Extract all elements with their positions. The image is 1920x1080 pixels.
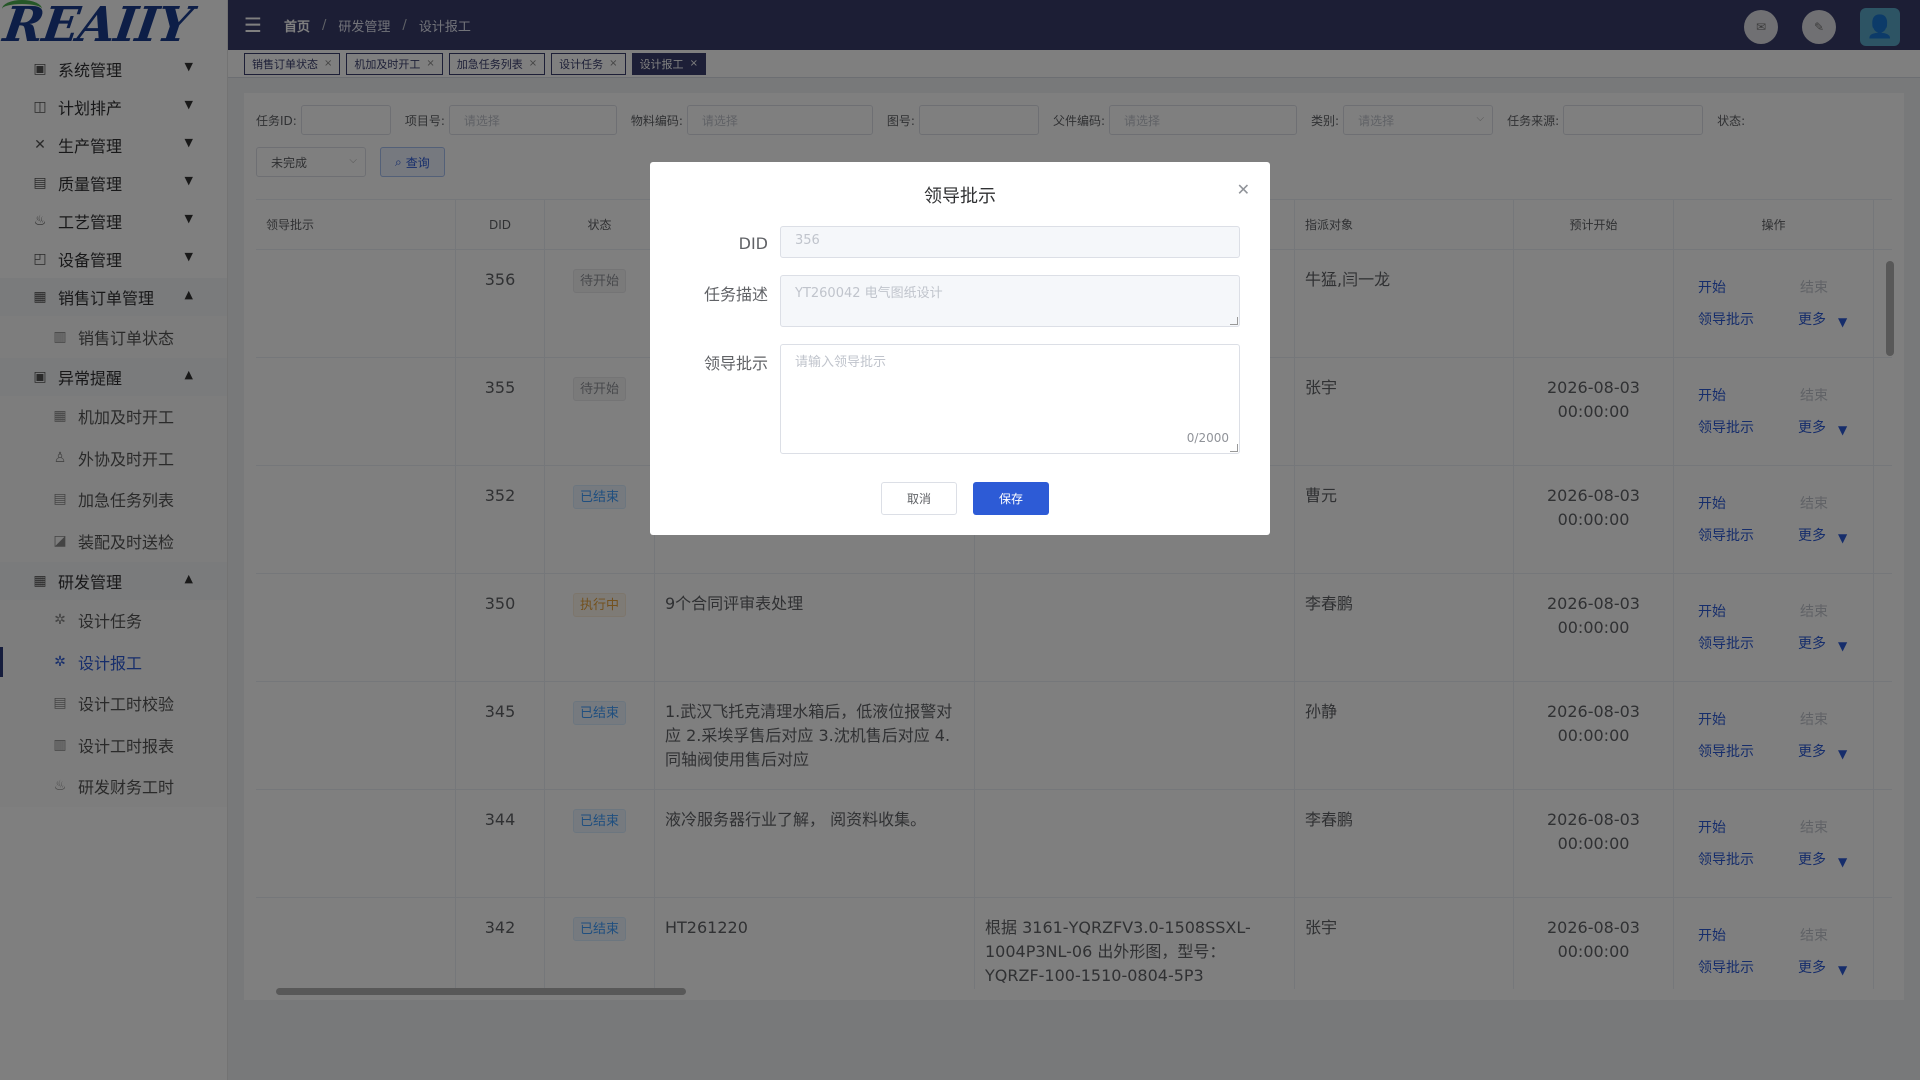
cancel-button[interactable]: 取消: [881, 482, 957, 515]
desc-value: YT260042 电气图纸设计: [795, 286, 943, 301]
did-value: 356: [795, 233, 820, 248]
approval-dialog: 领导批示 ✕ DID 356 任务描述 YT260042 电气图纸设计 领导批示…: [650, 162, 1270, 535]
approval-textarea[interactable]: 请输入领导批示 0/2000: [780, 344, 1240, 454]
desc-label: 任务描述: [703, 285, 768, 304]
resize-handle-icon[interactable]: [1230, 444, 1238, 452]
did-field: 356: [780, 226, 1240, 258]
approval-placeholder: 请输入领导批示: [795, 355, 887, 370]
save-button[interactable]: 保存: [973, 482, 1049, 515]
close-icon[interactable]: ✕: [1237, 180, 1250, 199]
dialog-title: 领导批示: [924, 186, 996, 207]
resize-handle-icon: [1230, 317, 1238, 325]
char-counter: 0/2000: [1186, 431, 1229, 445]
approval-label: 领导批示: [703, 354, 768, 373]
desc-field: YT260042 电气图纸设计: [780, 275, 1240, 327]
did-label: DID: [738, 234, 768, 253]
